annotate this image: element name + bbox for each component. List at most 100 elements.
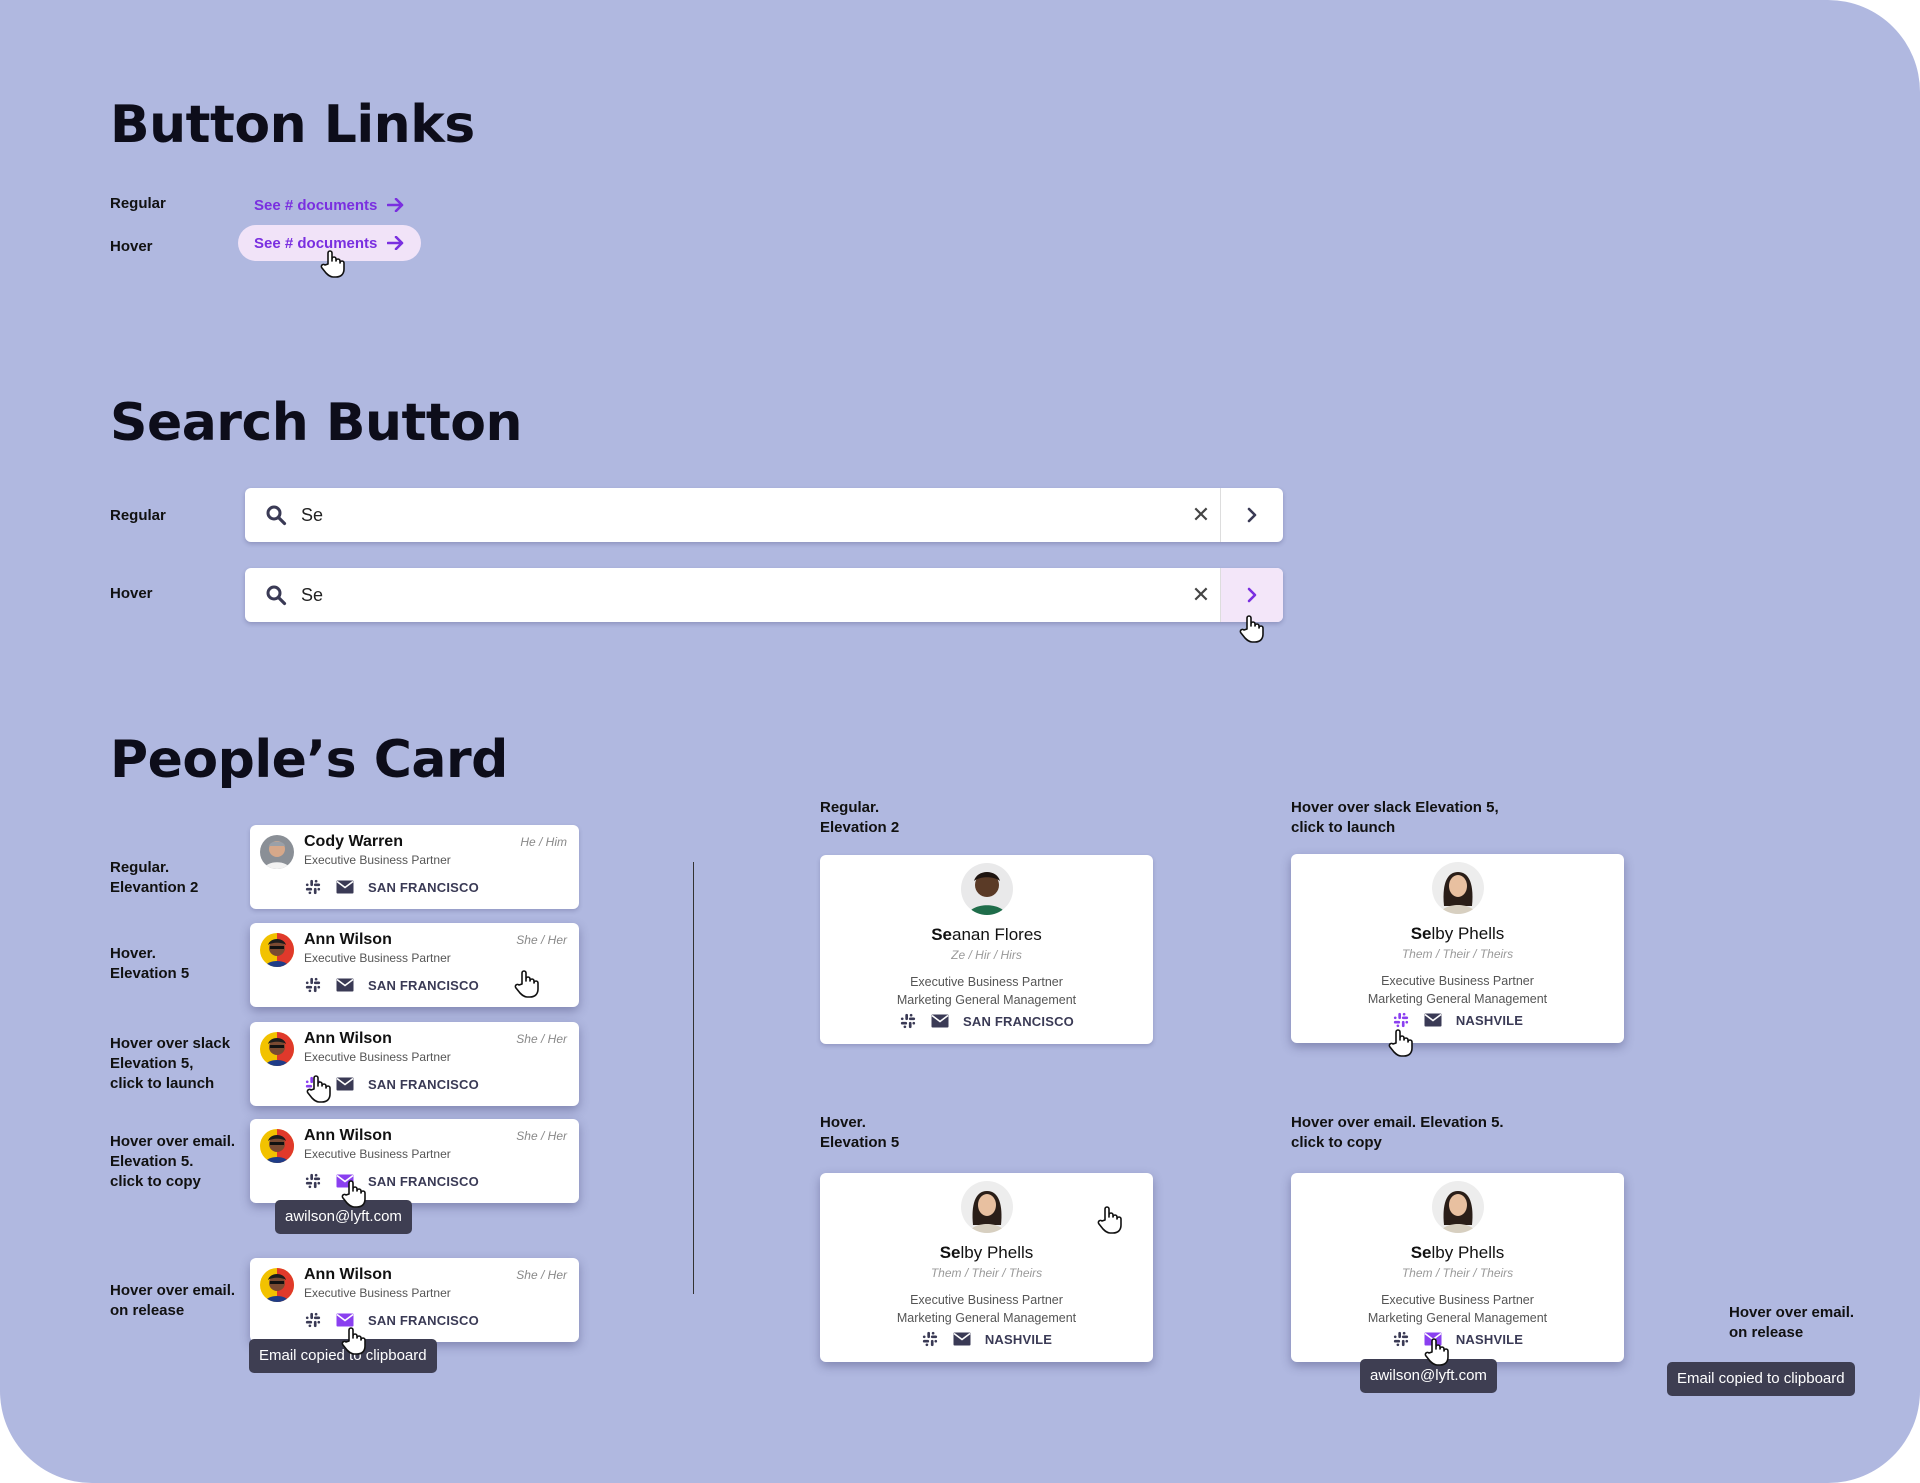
state-label-regular: Regular [110, 195, 166, 212]
state-label-hover: Hover [110, 238, 153, 255]
chevron-right-icon [1247, 507, 1257, 523]
people-card-compact[interactable]: Ann Wilson She / Her Executive Business … [250, 1258, 579, 1342]
job-title: Executive Business Partner [304, 853, 451, 867]
email-icon[interactable] [931, 1013, 949, 1029]
location: SAN FRANCISCO [368, 1173, 479, 1189]
pronouns: Them / Their / Theirs [1401, 1266, 1514, 1280]
person-name: Seanan Flores [931, 925, 1042, 944]
contact-actions: SAN FRANCISCO [304, 977, 479, 993]
hand-cursor-icon [341, 1327, 366, 1355]
search-input[interactable]: Se [301, 505, 1182, 526]
person-name: Selby Phells [939, 1243, 1034, 1262]
hand-cursor-icon [320, 250, 345, 278]
search-input[interactable]: Se [301, 585, 1182, 606]
search-submit-button[interactable] [1220, 488, 1283, 542]
state-label-hover: Hover [110, 585, 153, 602]
avatar [1431, 1181, 1484, 1233]
job-title: Executive Business Partner [304, 1147, 451, 1161]
card-state-label: Hover. Elevation 5 [820, 1114, 900, 1151]
card-state-label: Hover. Elevation 5 [110, 945, 190, 982]
divider [693, 862, 694, 1294]
email-icon[interactable] [953, 1331, 971, 1347]
people-card-expanded[interactable]: Seanan Flores Ze / Hir / Hirs Executive … [820, 855, 1153, 1044]
avatar [960, 863, 1013, 915]
pronouns: Them / Their / Theirs [930, 1266, 1043, 1280]
hand-cursor-icon [306, 1075, 331, 1103]
search-icon [266, 505, 287, 526]
slack-icon[interactable] [304, 879, 322, 895]
clear-icon[interactable]: ✕ [1182, 568, 1220, 622]
person-name: Selby Phells [1410, 924, 1505, 943]
contact-actions: SAN FRANCISCO [304, 879, 479, 895]
contact-actions: NASHVILE [820, 1331, 1153, 1347]
slack-icon[interactable] [1392, 1331, 1410, 1347]
clear-icon[interactable]: ✕ [1182, 488, 1220, 542]
search-icon [266, 585, 287, 606]
job-title: Executive Business Partner Marketing Gene… [1367, 1293, 1548, 1325]
people-card-compact[interactable]: Ann Wilson She / Her Executive Business … [250, 1119, 579, 1203]
location: SAN FRANCISCO [368, 977, 479, 993]
contact-actions: SAN FRANCISCO [304, 1312, 479, 1328]
avatar [260, 1268, 294, 1302]
avatar [260, 1032, 294, 1066]
pronouns: She / Her [516, 933, 567, 947]
slack-icon[interactable] [921, 1331, 939, 1347]
job-title: Executive Business Partner Marketing Gene… [896, 1293, 1077, 1325]
pronouns: He / Him [520, 835, 567, 849]
person-name: Ann Wilson [304, 1127, 392, 1144]
see-documents-link[interactable]: See # documents [238, 187, 421, 223]
slack-icon[interactable] [304, 977, 322, 993]
avatar [260, 1129, 294, 1163]
job-title: Executive Business Partner [304, 1050, 451, 1064]
location: SAN FRANCISCO [963, 1013, 1074, 1029]
slack-icon[interactable] [1392, 1012, 1410, 1028]
job-title: Executive Business Partner [304, 1286, 451, 1300]
email-icon[interactable] [336, 1076, 354, 1092]
hand-cursor-icon [341, 1180, 366, 1208]
pronouns: She / Her [516, 1032, 567, 1046]
location: SAN FRANCISCO [368, 1312, 479, 1328]
location: SAN FRANCISCO [368, 879, 479, 895]
search-bar-hover[interactable]: Se ✕ [245, 568, 1283, 622]
section-title-search-button: Search Button [110, 393, 523, 453]
person-name: Selby Phells [1410, 1243, 1505, 1262]
slack-icon[interactable] [304, 1312, 322, 1328]
people-card-compact[interactable]: Ann Wilson She / Her Executive Business … [250, 1022, 579, 1106]
people-card-compact[interactable]: Cody Warren He / Him Executive Business … [250, 825, 579, 909]
email-icon[interactable] [1424, 1012, 1442, 1028]
hand-cursor-icon [1388, 1029, 1413, 1057]
location: NASHVILE [984, 1331, 1053, 1347]
job-title: Executive Business Partner Marketing Gene… [896, 975, 1077, 1007]
people-card-expanded[interactable]: Selby Phells Them / Their / Theirs Execu… [1291, 1173, 1624, 1362]
pronouns: Them / Their / Theirs [1401, 947, 1514, 961]
location: NASHVILE [1455, 1012, 1524, 1028]
search-bar[interactable]: Se ✕ [245, 488, 1283, 542]
avatar [960, 1181, 1013, 1233]
avatar [260, 933, 294, 967]
job-title: Executive Business Partner [304, 951, 451, 965]
card-state-label: Hover over email. Elevation 5. click to … [1291, 1114, 1504, 1151]
email-icon[interactable] [336, 977, 354, 993]
people-card-expanded[interactable]: Selby Phells Them / Their / Theirs Execu… [1291, 854, 1624, 1043]
location: SAN FRANCISCO [368, 1076, 479, 1092]
avatar [1431, 862, 1484, 914]
pronouns: She / Her [516, 1268, 567, 1282]
card-state-label: Hover over slack Elevation 5, click to l… [110, 1035, 231, 1092]
job-title: Executive Business Partner Marketing Gene… [1367, 974, 1548, 1006]
slack-icon[interactable] [899, 1013, 917, 1029]
slack-icon[interactable] [304, 1173, 322, 1189]
avatar [260, 835, 294, 869]
copied-tooltip: Email copied to clipboard [1667, 1362, 1855, 1396]
people-card-expanded[interactable]: Selby Phells Them / Their / Theirs Execu… [820, 1173, 1153, 1362]
person-name: Cody Warren [304, 833, 403, 850]
contact-actions: NASHVILE [1291, 1331, 1624, 1347]
person-name: Ann Wilson [304, 1030, 392, 1047]
hand-cursor-icon [1097, 1206, 1122, 1234]
arrow-right-icon [387, 198, 404, 212]
card-state-label: Hover over email. Elevation 5. click to … [110, 1133, 236, 1190]
person-name: Ann Wilson [304, 1266, 392, 1283]
chevron-right-icon [1247, 587, 1257, 603]
card-state-label: Hover over slack Elevation 5, click to l… [1291, 799, 1499, 836]
contact-actions: SAN FRANCISCO [304, 1173, 479, 1189]
email-icon[interactable] [336, 879, 354, 895]
